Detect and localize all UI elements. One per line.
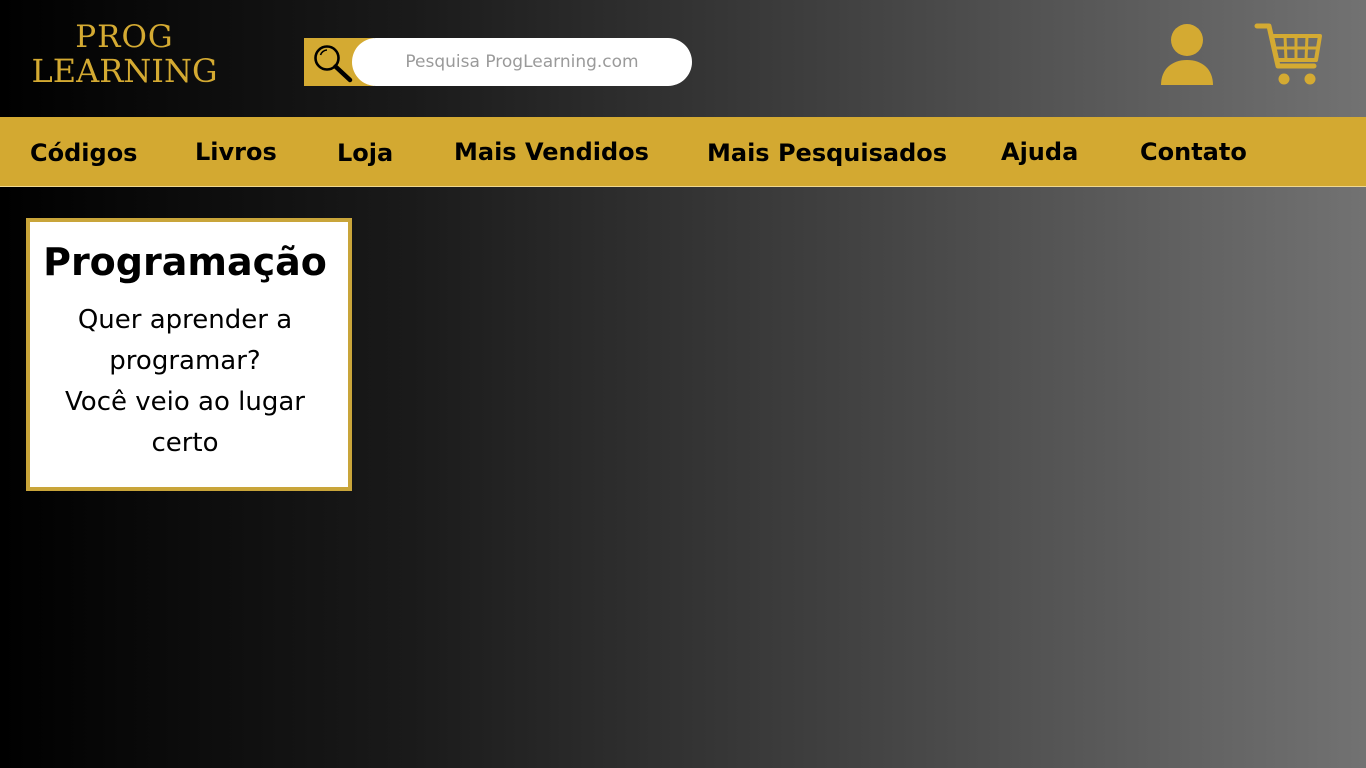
programacao-card[interactable]: Programação Quer aprender a programar? V…	[26, 218, 352, 491]
nav-item-mais-vendidos[interactable]: Mais Vendidos	[454, 138, 649, 166]
card-description: Quer aprender a programar? Você veio ao …	[30, 300, 340, 464]
site-logo[interactable]: PROG LEARNING	[22, 20, 227, 88]
nav-item-livros[interactable]: Livros	[195, 138, 277, 166]
nav-item-loja[interactable]: Loja	[337, 139, 393, 167]
user-icon[interactable]	[1158, 22, 1216, 86]
nav-item-codigos[interactable]: Códigos	[30, 139, 137, 167]
search-icon	[314, 45, 353, 83]
logo-line-learning: LEARNING	[31, 52, 218, 90]
main-nav: Códigos Livros Loja Mais Vendidos Mais P…	[0, 117, 1366, 187]
logo-line-prog: PROG	[75, 19, 174, 55]
cart-icon[interactable]	[1254, 20, 1324, 88]
search-input[interactable]	[352, 38, 692, 86]
site-header: PROG LEARNING	[0, 0, 1366, 117]
nav-item-contato[interactable]: Contato	[1140, 138, 1247, 166]
nav-item-ajuda[interactable]: Ajuda	[1001, 138, 1078, 166]
card-text-line: certo	[151, 428, 219, 458]
card-text-line: Quer aprender a	[77, 305, 293, 335]
card-text-line: Você veio ao lugar	[65, 387, 305, 417]
nav-item-mais-pesquisados[interactable]: Mais Pesquisados	[707, 139, 947, 167]
card-title: Programação	[43, 240, 327, 284]
card-text-line: programar?	[109, 346, 261, 376]
